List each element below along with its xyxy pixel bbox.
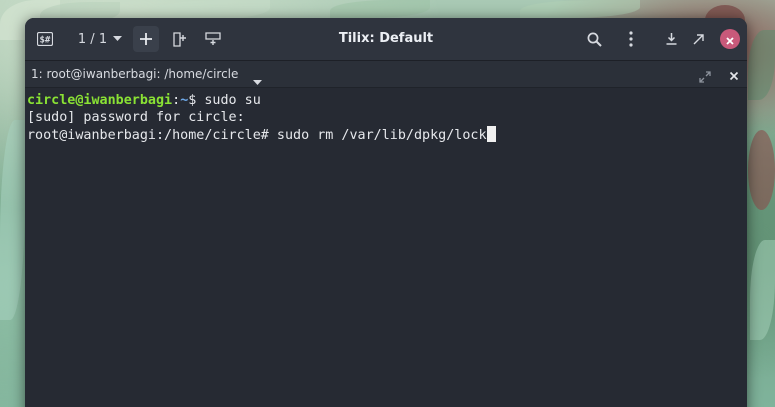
close-terminal-icon[interactable] [728,67,740,86]
tilix-window: $# 1 / 1 Tilix: Default 1: root@iwanberb… [25,18,747,407]
wallpaper-leaf [0,120,25,320]
wallpaper-leaf [748,30,775,100]
output-text: [sudo] password for circle: [27,110,245,125]
plus-icon [140,33,152,45]
maximize-icon[interactable] [699,68,711,87]
prompt-colon: : [172,93,181,108]
command-text: $ sudo su [188,93,261,108]
prompt-user-host: circle@iwanberbagi [27,93,173,108]
terminal-line: root@iwanberbagi:/home/circle# sudo rm /… [27,126,745,143]
wallpaper-leaf [520,0,640,18]
search-icon [587,32,602,47]
session-switcher[interactable]: 1 / 1 [73,26,127,52]
search-button[interactable] [582,26,606,52]
maximize-window-button[interactable] [687,26,709,52]
wallpaper-leaf [330,0,430,18]
header-bar: $# 1 / 1 Tilix: Default [25,18,747,61]
split-down-button[interactable] [201,26,225,52]
terminal-menu-button[interactable]: $# [33,26,57,52]
terminal-output[interactable]: circle@iwanberbagi:~$ sudo su [sudo] pas… [25,88,747,407]
menu-button[interactable] [619,26,643,52]
terminal-title[interactable]: 1: root@iwanberbagi: /home/circle [31,67,238,81]
terminal-line: circle@iwanberbagi:~$ sudo su [27,92,745,109]
add-session-button[interactable] [133,26,159,52]
maximize-window-icon [693,33,704,45]
svg-text:$#: $# [40,36,51,46]
session-count: 1 / 1 [77,31,108,47]
wallpaper-leaf [750,240,775,340]
split-horizontal-icon [173,31,187,47]
wallpaper-leaf [748,130,775,210]
terminal-line: [sudo] password for circle: [27,109,745,126]
download-icon [666,33,677,45]
split-vertical-icon [205,32,221,46]
command-text: root@iwanberbagi:/home/circle# sudo rm /… [27,128,487,143]
wallpaper-leaf [150,0,270,20]
kebab-menu-icon [629,31,633,47]
terminal-title-bar: 1: root@iwanberbagi: /home/circle [25,61,747,88]
split-right-button[interactable] [168,26,192,52]
text-cursor [486,126,496,142]
minimize-button[interactable] [659,26,683,52]
close-icon [726,30,734,49]
terminal-menu-icon: $# [37,32,53,46]
dropdown-arrow-icon [113,36,123,42]
close-window-button[interactable] [720,29,740,49]
